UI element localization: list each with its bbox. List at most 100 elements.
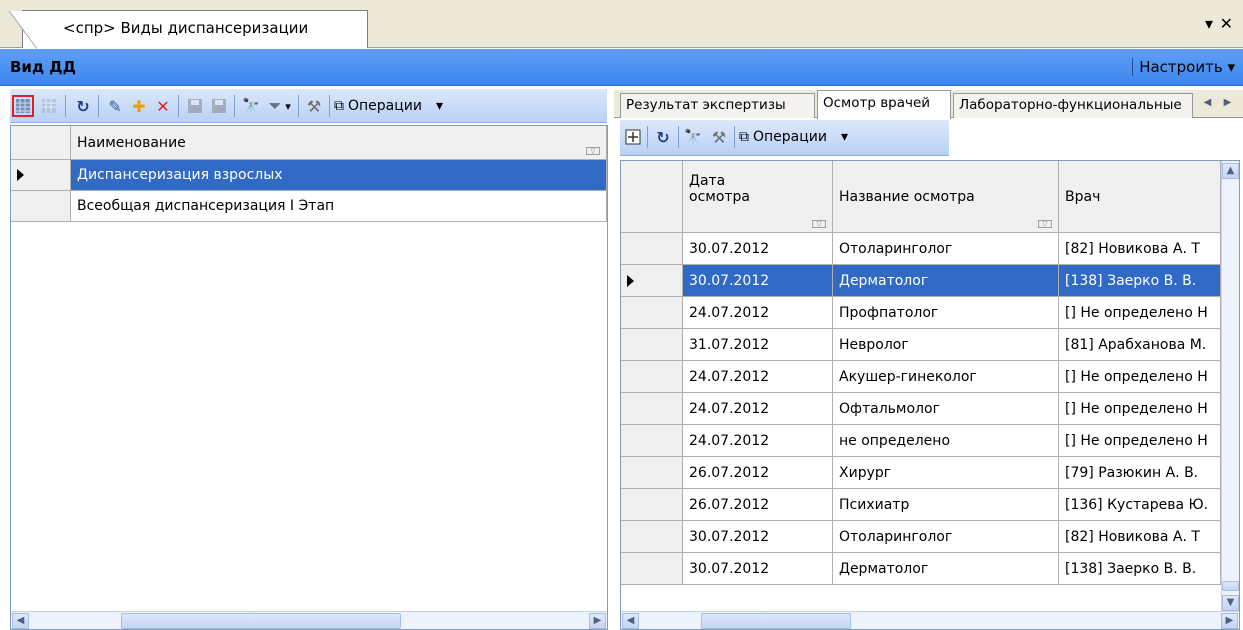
- date-cell[interactable]: 24.07.2012: [683, 425, 833, 457]
- refresh-button[interactable]: ↻: [652, 126, 674, 148]
- delete-button[interactable]: ✕: [152, 95, 174, 117]
- table-row[interactable]: 30.07.2012 Дерматолог [138] Заерко В. В.: [621, 553, 1221, 585]
- save-all-button[interactable]: [208, 95, 230, 117]
- find-button[interactable]: 🔭: [240, 95, 262, 117]
- doctor-cell[interactable]: [] Не определено Н: [1059, 425, 1221, 457]
- configure-button[interactable]: Настроить ▾: [1132, 58, 1235, 76]
- exams-horizontal-scrollbar[interactable]: ◀ ▶: [621, 611, 1239, 629]
- column-header-name[interactable]: Наименование ▽: [71, 126, 607, 160]
- table-row[interactable]: 31.07.2012 Невролог [81] Арабханова М.: [621, 329, 1221, 361]
- scroll-up-icon[interactable]: ▲: [1222, 163, 1239, 179]
- table-row[interactable]: 24.07.2012 не определено[] Не определено …: [621, 425, 1221, 457]
- filter-indicator-icon[interactable]: ▽: [586, 147, 600, 155]
- exam-name-cell[interactable]: Психиатр: [833, 489, 1059, 521]
- settings-button[interactable]: ⚒: [708, 126, 730, 148]
- column-header-exam[interactable]: Название осмотра ▽: [833, 161, 1059, 233]
- tab-doctor-exams[interactable]: Осмотр врачей: [817, 90, 951, 119]
- row-selector[interactable]: [621, 297, 683, 329]
- exam-name-cell[interactable]: Невролог: [833, 329, 1059, 361]
- close-icon[interactable]: ✕: [1220, 14, 1233, 33]
- row-selector[interactable]: [621, 521, 683, 553]
- table-row[interactable]: 24.07.2012 Офтальмолог[] Не определено Н: [621, 393, 1221, 425]
- date-cell[interactable]: 30.07.2012: [683, 265, 833, 297]
- edit-button[interactable]: ✎: [104, 95, 126, 117]
- table-row[interactable]: Диспансеризация взрослых: [11, 160, 607, 191]
- scroll-right-icon[interactable]: ▶: [1221, 613, 1238, 629]
- doctor-cell[interactable]: [138] Заерко В. В.: [1059, 265, 1221, 297]
- exam-name-cell[interactable]: Профпатолог: [833, 297, 1059, 329]
- exam-name-cell[interactable]: Офтальмолог: [833, 393, 1059, 425]
- doctor-cell[interactable]: [] Не определено Н: [1059, 297, 1221, 329]
- save-button[interactable]: [184, 95, 206, 117]
- date-cell[interactable]: 26.07.2012: [683, 489, 833, 521]
- column-header-date[interactable]: Дата осмотра ▽: [683, 161, 833, 233]
- find-button[interactable]: 🔭: [682, 126, 704, 148]
- name-cell[interactable]: Диспансеризация взрослых: [71, 160, 607, 191]
- date-cell[interactable]: 31.07.2012: [683, 329, 833, 361]
- scroll-left-icon[interactable]: ◀: [12, 613, 29, 629]
- doctor-cell[interactable]: [] Не определено Н: [1059, 361, 1221, 393]
- row-selector[interactable]: [621, 425, 683, 457]
- date-cell[interactable]: 30.07.2012: [683, 521, 833, 553]
- scroll-right-icon[interactable]: ▶: [589, 613, 606, 629]
- exam-name-cell[interactable]: Дерматолог: [833, 265, 1059, 297]
- row-selector[interactable]: [621, 265, 683, 297]
- table-row[interactable]: 24.07.2012 Акушер-гинеколог[] Не определе…: [621, 361, 1221, 393]
- exam-name-cell[interactable]: Отоларинголог: [833, 233, 1059, 265]
- doctor-cell[interactable]: [136] Кустарева Ю.: [1059, 489, 1221, 521]
- table-row[interactable]: 26.07.2012 Хирург [79] Разюкин А. В.: [621, 457, 1221, 489]
- table-view-button[interactable]: [12, 95, 34, 117]
- doctor-cell[interactable]: [82] Новикова А. Т: [1059, 521, 1221, 553]
- table-row[interactable]: Всеобщая диспансеризация I Этап: [11, 191, 607, 222]
- tab-scroll-left-icon[interactable]: ◀: [1199, 95, 1216, 111]
- refresh-button[interactable]: ↻: [72, 95, 94, 117]
- scroll-left-icon[interactable]: ◀: [622, 613, 639, 629]
- filter-dropdown-button[interactable]: ▾: [282, 95, 294, 117]
- date-cell[interactable]: 26.07.2012: [683, 457, 833, 489]
- settings-button[interactable]: ⚒: [303, 95, 325, 117]
- doctor-cell[interactable]: [81] Арабханова М.: [1059, 329, 1221, 361]
- date-cell[interactable]: 24.07.2012: [683, 297, 833, 329]
- scroll-down-icon[interactable]: ▼: [1222, 595, 1239, 611]
- scroll-thumb[interactable]: [1222, 581, 1239, 591]
- table-row[interactable]: 30.07.2012 Отоларинголог [82] Новикова А. …: [621, 521, 1221, 553]
- operations-button[interactable]: ⧉ Операции ▾: [739, 126, 848, 148]
- table-row[interactable]: 30.07.2012 Отоларинголог [82] Новикова А. …: [621, 233, 1221, 265]
- doctor-cell[interactable]: [79] Разюкин А. В.: [1059, 457, 1221, 489]
- grid-disabled-button[interactable]: [38, 95, 60, 117]
- exams-vertical-scrollbar[interactable]: ▲ ▼: [1221, 161, 1239, 613]
- table-row[interactable]: 26.07.2012 Психиатр [136] Кустарева Ю.: [621, 489, 1221, 521]
- row-selector[interactable]: [621, 361, 683, 393]
- row-selector[interactable]: [621, 553, 683, 585]
- exam-name-cell[interactable]: Отоларинголог: [833, 521, 1059, 553]
- filter-indicator-icon[interactable]: ▽: [1038, 220, 1052, 228]
- tab-lab-functional[interactable]: Лабораторно-функциональные: [953, 93, 1193, 118]
- scroll-thumb[interactable]: [701, 613, 851, 629]
- exam-name-cell[interactable]: Дерматолог: [833, 553, 1059, 585]
- add-button[interactable]: ✚: [128, 95, 150, 117]
- row-selector[interactable]: [621, 329, 683, 361]
- date-cell[interactable]: 30.07.2012: [683, 553, 833, 585]
- row-selector[interactable]: [621, 489, 683, 521]
- row-selector[interactable]: [11, 191, 71, 222]
- date-cell[interactable]: 24.07.2012: [683, 393, 833, 425]
- date-cell[interactable]: 24.07.2012: [683, 361, 833, 393]
- scroll-thumb[interactable]: [121, 613, 401, 629]
- left-horizontal-scrollbar[interactable]: ◀ ▶: [11, 611, 607, 629]
- table-row[interactable]: 24.07.2012 Профпатолог[] Не определено Н: [621, 297, 1221, 329]
- column-header-doctor[interactable]: Врач: [1059, 161, 1221, 233]
- filter-indicator-icon[interactable]: ▽: [812, 220, 826, 228]
- doctor-cell[interactable]: [] Не определено Н: [1059, 393, 1221, 425]
- doctor-cell[interactable]: [138] Заерко В. В.: [1059, 553, 1221, 585]
- tab-scroll-right-icon[interactable]: ▶: [1219, 95, 1236, 111]
- row-selector[interactable]: [621, 393, 683, 425]
- operations-button[interactable]: ⧉ Операции ▾: [334, 95, 443, 117]
- row-selector[interactable]: [621, 233, 683, 265]
- doctor-cell[interactable]: [82] Новикова А. Т: [1059, 233, 1221, 265]
- row-selector[interactable]: [11, 160, 71, 191]
- exam-name-cell[interactable]: не определено: [833, 425, 1059, 457]
- tab-expertise-result[interactable]: Результат экспертизы: [620, 93, 815, 118]
- pin-dropdown-icon[interactable]: ▾: [1205, 14, 1213, 33]
- date-cell[interactable]: 30.07.2012: [683, 233, 833, 265]
- expand-button[interactable]: [622, 126, 644, 148]
